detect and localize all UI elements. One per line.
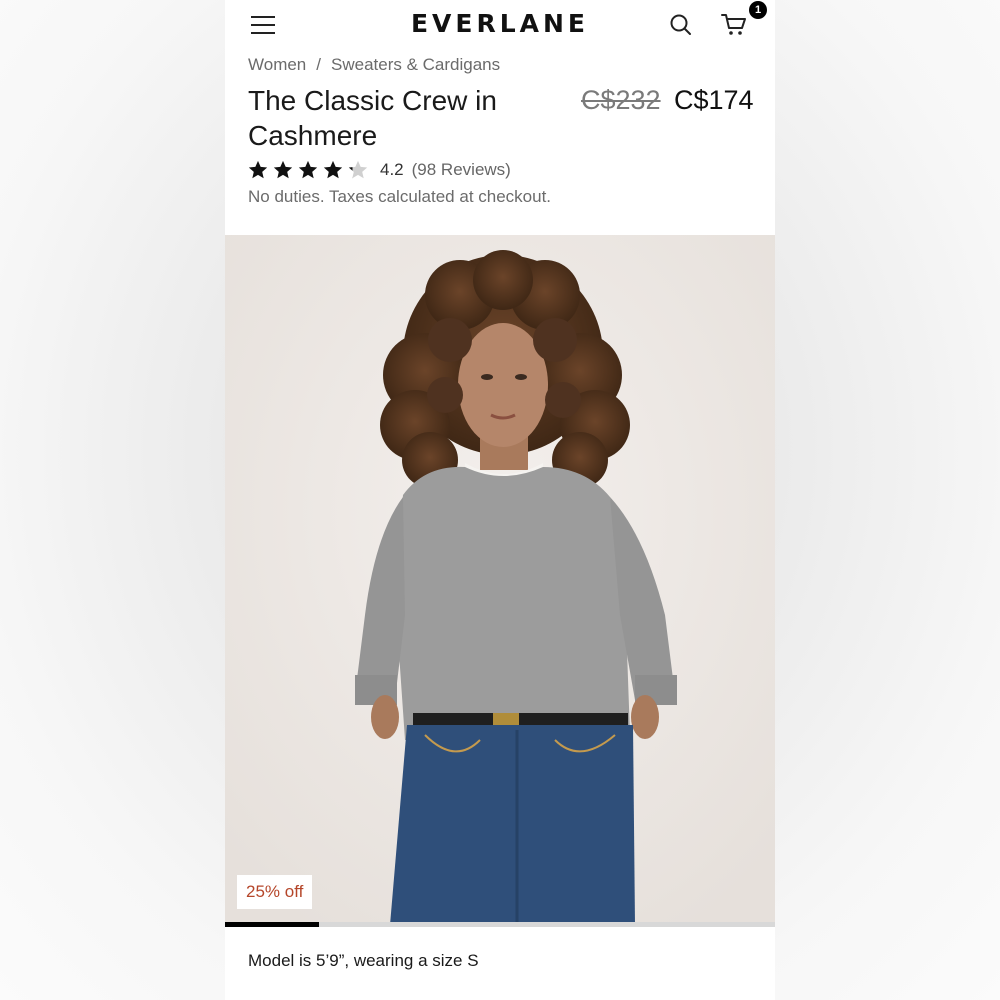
model-photo-illustration <box>225 235 775 925</box>
reviews-link[interactable]: (98 Reviews) <box>412 160 511 180</box>
star-icon <box>248 160 268 179</box>
model-size-caption: Model is 5’9”, wearing a size S <box>248 951 479 970</box>
product-image[interactable]: 25% off <box>225 235 775 925</box>
breadcrumb-separator: / <box>316 55 321 74</box>
original-price: C$232 <box>581 85 661 115</box>
search-icon[interactable] <box>669 13 693 37</box>
cart-icon[interactable] <box>720 12 748 38</box>
breadcrumb: Women / Sweaters & Cardigans <box>248 55 500 75</box>
product-title: The Classic Crew in Cashmere <box>248 85 497 151</box>
duties-note: No duties. Taxes calculated at checkout. <box>248 187 552 206</box>
rating-row[interactable]: 4.2 (98 Reviews) <box>247 158 511 182</box>
star-icon <box>323 160 343 179</box>
discount-badge: 25% off <box>237 875 313 909</box>
cart-count-badge: 1 <box>749 1 767 19</box>
rating-value: 4.2 <box>380 160 404 179</box>
star-icon <box>298 160 318 179</box>
star-icon <box>348 160 368 179</box>
breadcrumb-item-sweaters-cardigans[interactable]: Sweaters & Cardigans <box>331 55 500 74</box>
sale-price: C$174 <box>674 85 754 115</box>
site-header: EVERLANE 1 <box>225 0 775 50</box>
breadcrumb-item-women[interactable]: Women <box>248 55 306 74</box>
star-rating <box>247 159 372 181</box>
gallery-progress-track <box>225 922 775 927</box>
gallery-progress-fill <box>225 922 319 927</box>
product-page: EVERLANE 1 Women / Sweaters & Cardigans Th… <box>225 0 775 1000</box>
star-icon <box>273 160 293 179</box>
